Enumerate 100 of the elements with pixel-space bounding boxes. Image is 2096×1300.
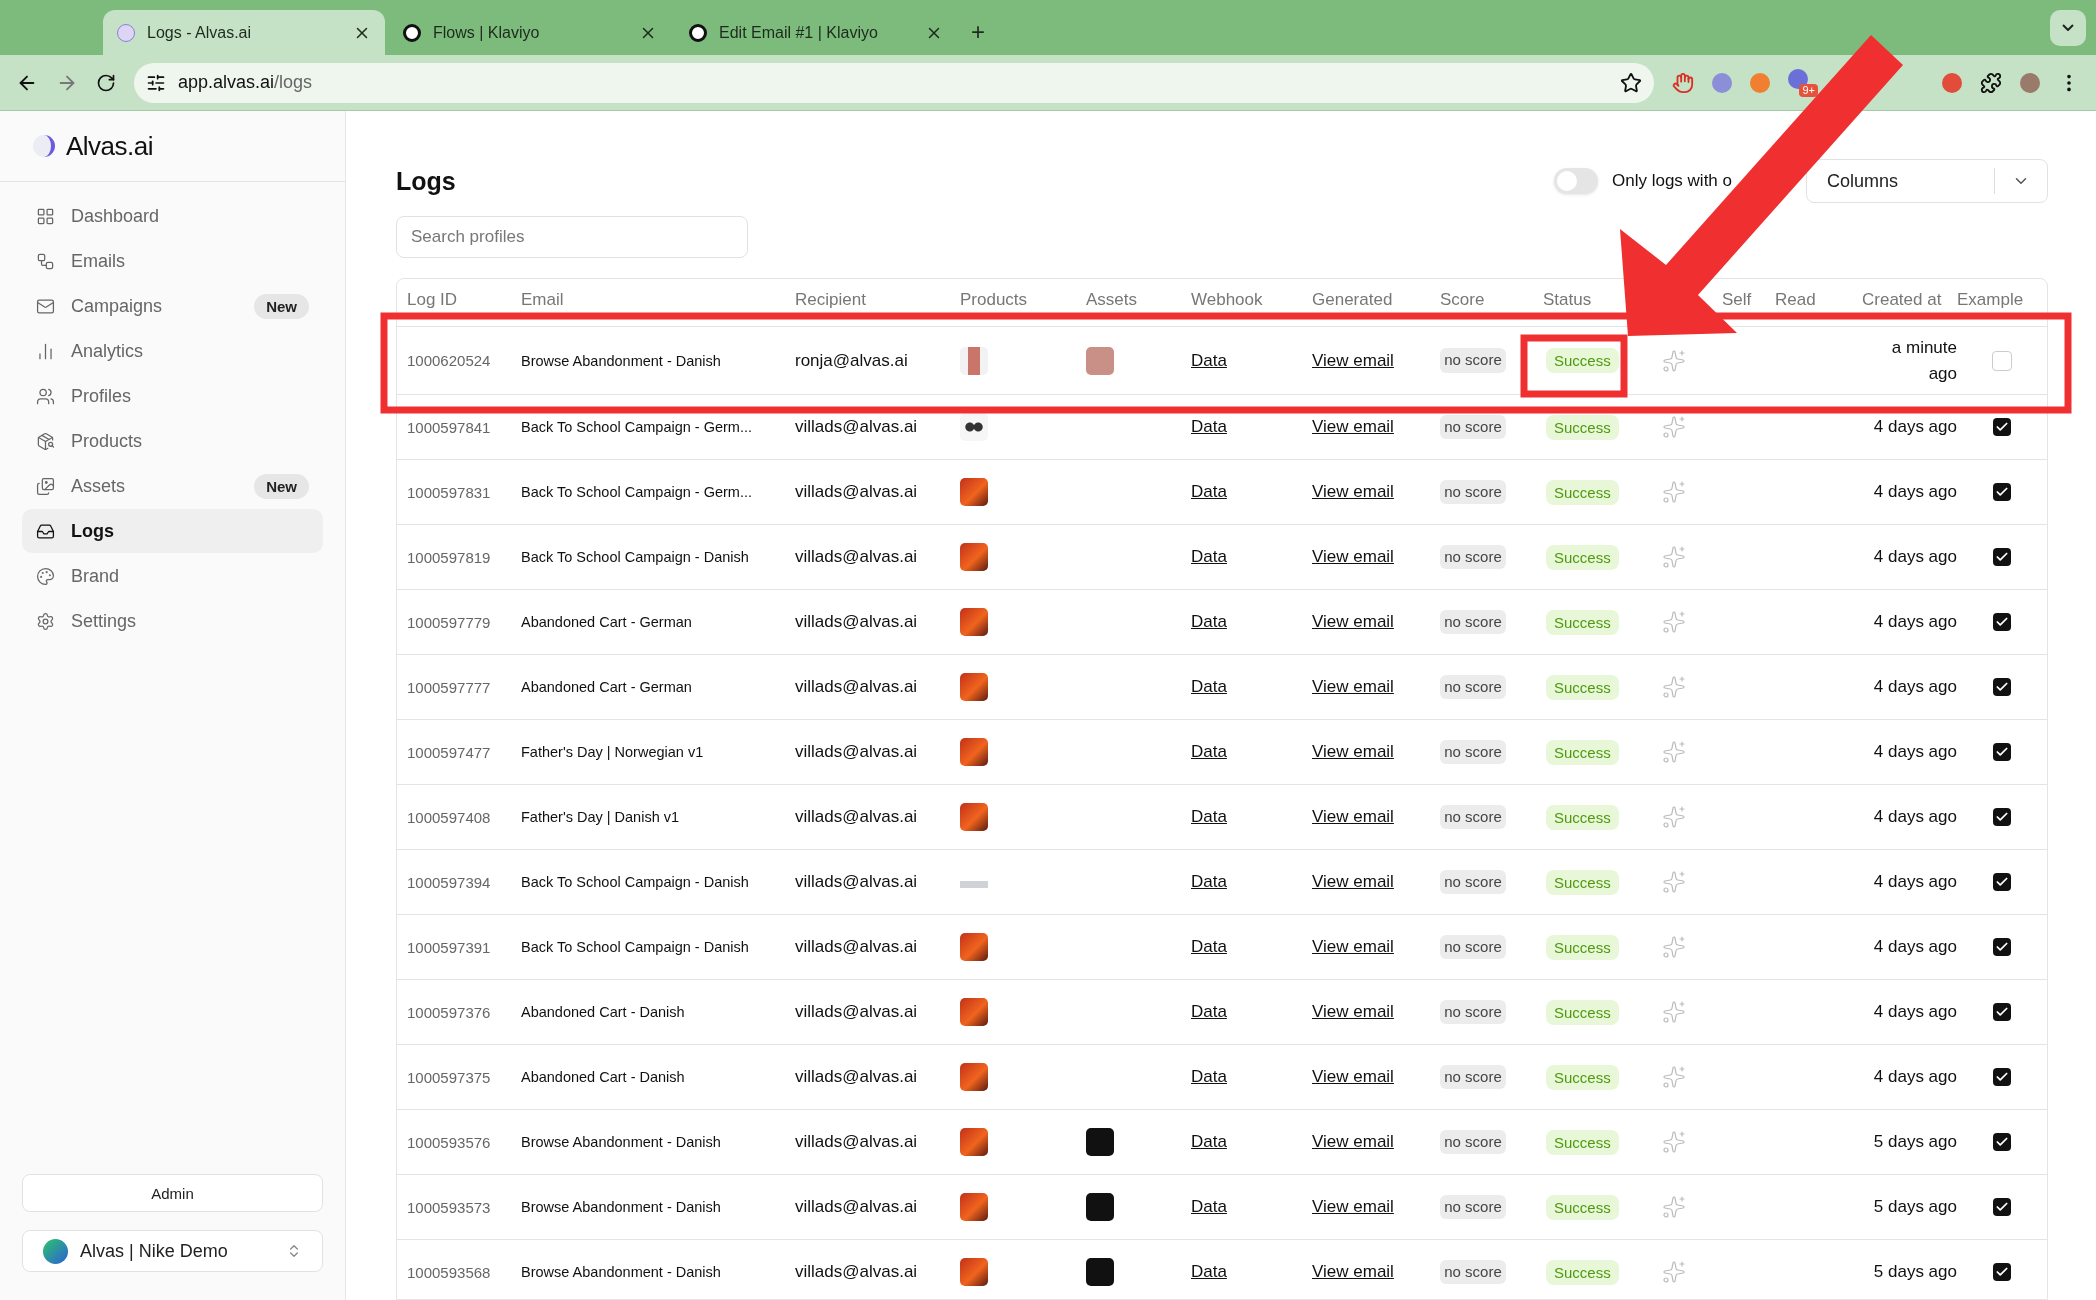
nav-item[interactable]: Settings [22,599,323,643]
created-at: a minute ago [1890,337,1957,385]
view-email-link[interactable]: View email [1312,1262,1394,1281]
bar-chart-icon [36,341,55,361]
view-email-link[interactable]: View email [1312,872,1394,891]
check-icon [1995,680,2009,694]
recipient: villads@alvas.ai [795,937,919,957]
reload-icon[interactable] [96,72,116,93]
nav-item[interactable]: Campaigns New [22,284,323,328]
nav-item[interactable]: Emails [22,239,323,283]
email-name: Browse Abandonment - Danish [521,1199,722,1215]
example-checkbox[interactable] [1993,678,2011,696]
data-link[interactable]: Data [1191,1132,1227,1151]
data-link[interactable]: Data [1191,677,1227,696]
example-checkbox[interactable] [1993,1133,2011,1151]
nav-item[interactable]: Profiles [22,374,323,418]
recipient: villads@alvas.ai [795,1132,919,1152]
nav-item[interactable]: Dashboard [22,194,323,238]
example-checkbox[interactable] [1993,613,2011,631]
view-email-link[interactable]: View email [1312,547,1394,566]
example-checkbox[interactable] [1993,873,2011,891]
check-icon [1995,1070,2009,1084]
view-email-link[interactable]: View email [1312,677,1394,696]
data-link[interactable]: Data [1191,1197,1227,1216]
data-link[interactable]: Data [1191,1262,1227,1281]
new-tab-button[interactable]: + [961,17,995,46]
product-photo-placeholder [960,478,988,506]
nav-label: Settings [71,610,138,632]
log-id: 1000597831 [407,483,492,501]
view-email-link[interactable]: View email [1312,482,1394,501]
avatar-icon[interactable] [2020,72,2040,93]
tab-search-button[interactable] [2050,9,2086,46]
data-link[interactable]: Data [1191,1002,1227,1021]
hand-icon[interactable] [1672,71,1694,94]
data-link[interactable]: Data [1191,612,1227,631]
column-header: Products [960,289,1029,311]
nav-item[interactable]: Brand [22,554,323,598]
example-checkbox[interactable] [1993,1263,2011,1281]
search-field[interactable]: Search profiles [396,216,748,258]
view-email-link[interactable]: View email [1312,417,1394,436]
favicon-icon [117,23,135,42]
view-email-link[interactable]: View email [1312,612,1394,631]
example-checkbox[interactable] [1993,938,2011,956]
workspace-selector[interactable]: Alvas | Nike Demo [22,1230,323,1272]
address-bar[interactable]: app.alvas.ai/logs [134,62,1654,103]
view-email-link[interactable]: View email [1312,350,1394,370]
email-name: Browse Abandonment - Danish [521,1134,722,1150]
data-link[interactable]: Data [1191,807,1227,826]
puzzle-icon[interactable] [1980,71,2002,94]
example-checkbox[interactable] [1992,350,2012,371]
admin-button[interactable]: Admin [22,1174,323,1212]
created-at: 4 days ago [1872,611,1957,634]
data-link[interactable]: Data [1191,1067,1227,1086]
nav-label: Products [71,430,144,452]
view-email-link[interactable]: View email [1312,937,1394,956]
extension-icon[interactable] [1942,72,1962,93]
product-photo-placeholder [960,413,988,441]
recipient: villads@alvas.ai [795,612,919,632]
data-link[interactable]: Data [1191,350,1227,370]
nav-item[interactable]: Logs [22,509,323,553]
data-link[interactable]: Data [1191,417,1227,436]
data-link[interactable]: Data [1191,872,1227,891]
example-checkbox[interactable] [1993,1198,2011,1216]
data-link[interactable]: Data [1191,742,1227,761]
example-checkbox[interactable] [1993,483,2011,501]
created-at: 4 days ago [1872,936,1957,959]
nav-item[interactable]: Analytics [22,329,323,373]
bookmark-icon[interactable] [1620,71,1642,94]
view-email-link[interactable]: View email [1312,1067,1394,1086]
column-header: Assets [1086,289,1139,311]
data-link[interactable]: Data [1191,482,1227,501]
example-checkbox[interactable] [1993,743,2011,761]
browser-tab[interactable]: Edit Email #1 | Klaviyo [675,10,957,55]
view-email-link[interactable]: View email [1312,742,1394,761]
columns-dropdown[interactable]: Columns [1806,159,2048,203]
example-checkbox[interactable] [1993,548,2011,566]
browser-tab[interactable]: Logs - Alvas.ai [103,10,385,55]
example-checkbox[interactable] [1993,808,2011,826]
data-link[interactable]: Data [1191,547,1227,566]
view-email-link[interactable]: View email [1312,1002,1394,1021]
view-email-link[interactable]: View email [1312,1132,1394,1151]
nav-item[interactable]: Products [22,419,323,463]
data-link[interactable]: Data [1191,937,1227,956]
recipient: villads@alvas.ai [795,1262,919,1282]
example-checkbox[interactable] [1993,418,2011,436]
log-id: 1000597779 [407,613,492,631]
status-badge: Success [1546,804,1619,830]
site-settings-icon[interactable] [146,72,166,93]
view-email-link[interactable]: View email [1312,807,1394,826]
email-name: Browse Abandonment - Danish [521,352,722,369]
check-icon [1995,420,2009,434]
browser-tab[interactable]: Flows | Klaviyo [389,10,671,55]
view-email-link[interactable]: View email [1312,1197,1394,1216]
example-checkbox[interactable] [1993,1003,2011,1021]
example-checkbox[interactable] [1993,1068,2011,1086]
email-name: Back To School Campaign - Danish [521,939,750,955]
created-at: 5 days ago [1872,1131,1957,1154]
log-id: 1000597819 [407,548,492,566]
nav-item[interactable]: Assets New [22,464,323,508]
toggle-switch[interactable] [1554,168,1598,194]
